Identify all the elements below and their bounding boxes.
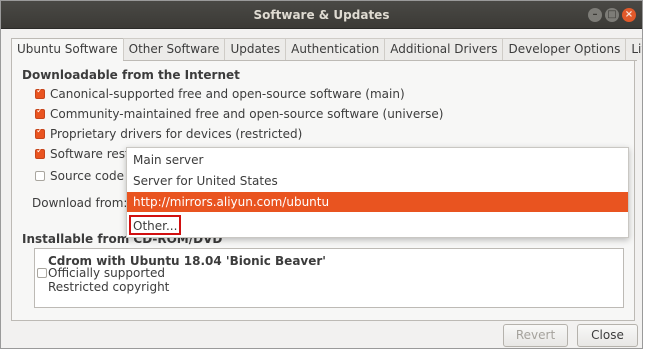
checkbox-restricted[interactable]: Proprietary drivers for devices (restric… <box>35 126 302 142</box>
cdrom-list: Cdrom with Ubuntu 18.04 'Bionic Beaver' … <box>34 248 624 308</box>
other-item-highlight-box <box>129 215 181 235</box>
window-title: Software & Updates <box>253 8 390 22</box>
cdrom-support-text: Officially supported <box>48 266 165 280</box>
tab-other-software[interactable]: Other Software <box>122 38 226 60</box>
download-server-dropdown-menu: Main server Server for United States htt… <box>126 147 629 238</box>
close-icon[interactable]: × <box>622 8 636 22</box>
maximize-icon[interactable]: □ <box>605 8 619 22</box>
checkbox-universe[interactable]: Community-maintained free and open-sourc… <box>35 106 443 122</box>
window-controls: – □ × <box>588 8 636 22</box>
tab-authentication[interactable]: Authentication <box>285 38 386 60</box>
tab-ubuntu-software[interactable]: Ubuntu Software <box>11 38 124 62</box>
tab-developer-options[interactable]: Developer Options <box>502 38 627 60</box>
title-bar[interactable]: Software & Updates – □ × <box>1 1 642 29</box>
checkbox-main[interactable]: Canonical-supported free and open-source… <box>35 86 405 102</box>
checkbox-label: Community-maintained free and open-sourc… <box>50 107 444 121</box>
dropdown-item-main-server[interactable]: Main server <box>127 150 628 170</box>
revert-button[interactable]: Revert <box>503 324 568 347</box>
download-from-label: Download from: <box>32 196 128 210</box>
checkbox-checked-icon[interactable] <box>35 86 45 99</box>
cdrom-checkbox-icon[interactable] <box>37 268 47 278</box>
internet-section-heading: Downloadable from the Internet <box>22 68 240 82</box>
checkbox-label: Source code <box>50 169 124 183</box>
dropdown-item-us-server[interactable]: Server for United States <box>127 171 628 191</box>
tab-updates[interactable]: Updates <box>224 38 287 60</box>
checkbox-software-restricted[interactable]: Software restr <box>35 146 135 162</box>
close-button[interactable]: Close <box>577 324 638 347</box>
minimize-icon[interactable]: – <box>588 8 602 22</box>
checkbox-unchecked-icon[interactable] <box>35 171 45 181</box>
checkbox-source-code[interactable]: Source code <box>35 168 124 184</box>
dropdown-item-aliyun-mirror[interactable]: http://mirrors.aliyun.com/ubuntu <box>127 192 628 212</box>
checkbox-label: Canonical-supported free and open-source… <box>50 87 405 101</box>
tab-bar: Ubuntu Software Other Software Updates A… <box>11 38 642 62</box>
software-updates-window: Software & Updates – □ × Ubuntu Software… <box>0 0 643 349</box>
cdrom-copyright-text: Restricted copyright <box>48 280 170 294</box>
checkbox-checked-icon[interactable] <box>35 126 45 139</box>
checkbox-label: Proprietary drivers for devices (restric… <box>50 127 303 141</box>
tab-livepatch[interactable]: Livepatch <box>625 38 642 60</box>
tab-additional-drivers[interactable]: Additional Drivers <box>384 38 504 60</box>
checkbox-label: Software restr <box>50 147 135 161</box>
checkbox-checked-icon[interactable] <box>35 146 45 159</box>
checkbox-checked-icon[interactable] <box>35 106 45 119</box>
